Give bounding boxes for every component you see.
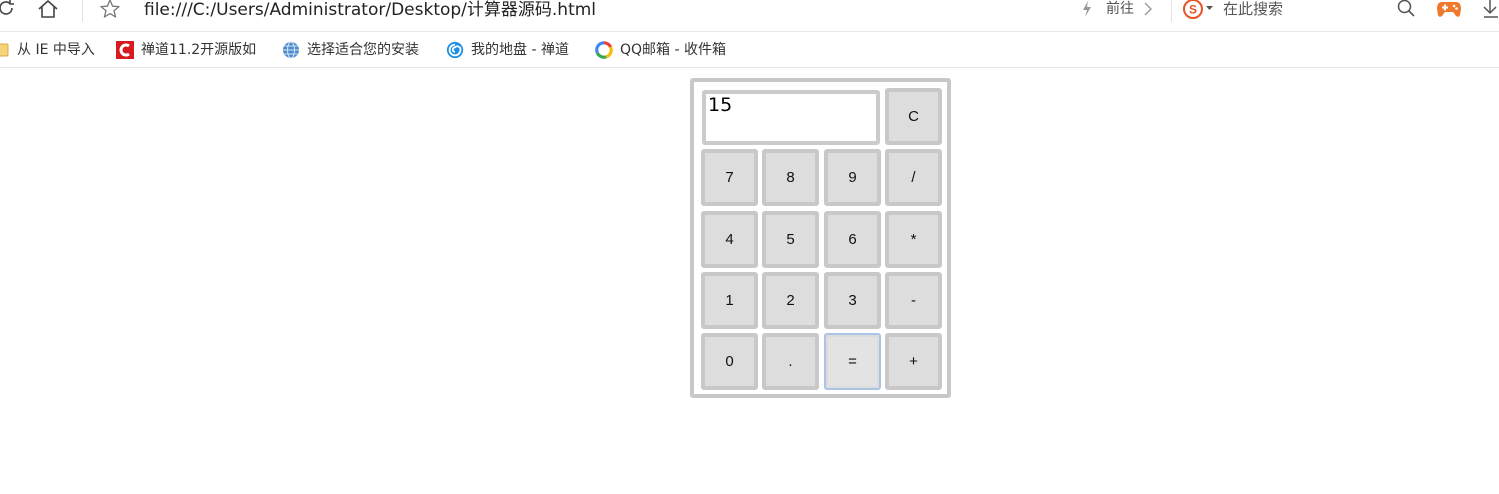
digit-8-button[interactable]: 8	[762, 149, 819, 206]
reload-icon[interactable]	[0, 0, 16, 18]
digit-0-button[interactable]: 0	[701, 333, 758, 390]
bookmark-qqmail-inbox[interactable]: QQ邮箱 - 收件箱	[595, 40, 726, 60]
game-controller-icon[interactable]	[1436, 0, 1462, 20]
toolbar-divider	[1171, 0, 1172, 22]
bookmark-zentao-open[interactable]: 禅道11.2开源版如	[116, 40, 256, 60]
equals-button[interactable]: =	[824, 333, 881, 390]
toolbar-divider	[82, 0, 83, 22]
add-button[interactable]: +	[885, 333, 942, 390]
bookmark-my-space-zentao[interactable]: 我的地盘 - 禅道	[446, 40, 569, 60]
divide-button[interactable]: /	[885, 149, 942, 206]
lightning-icon	[1080, 0, 1094, 18]
bookmarks-bar: 从 IE 中导入 禅道11.2开源版如 选择适合您的安装 我的地盘 - 禅道 Q…	[0, 33, 1499, 68]
bookmark-choose-install[interactable]: 选择适合您的安装	[282, 40, 419, 60]
zentao-icon	[116, 41, 134, 59]
qqmail-icon	[595, 41, 613, 59]
home-icon[interactable]	[36, 0, 60, 20]
bookmark-label: 从 IE 中导入	[17, 42, 95, 58]
clear-button[interactable]: C	[885, 88, 942, 145]
multiply-button[interactable]: *	[885, 211, 942, 268]
sogou-search-icon[interactable]: S	[1182, 0, 1204, 20]
digit-5-button[interactable]: 5	[762, 211, 819, 268]
browser-toolbar: file:///C:/Users/Administrator/Desktop/计…	[0, 0, 1499, 32]
bookmark-import-ie[interactable]: 从 IE 中导入	[0, 40, 95, 60]
subtract-button[interactable]: -	[885, 272, 942, 329]
search-input[interactable]: 在此搜索	[1223, 0, 1283, 18]
address-bar[interactable]: file:///C:/Users/Administrator/Desktop/计…	[144, 0, 596, 23]
bookmark-label: 禅道11.2开源版如	[141, 42, 257, 58]
digit-3-button[interactable]: 3	[824, 272, 881, 329]
digit-2-button[interactable]: 2	[762, 272, 819, 329]
digit-1-button[interactable]: 1	[701, 272, 758, 329]
download-icon[interactable]	[1482, 0, 1499, 20]
go-button[interactable]: 前往	[1106, 0, 1134, 18]
digit-7-button[interactable]: 7	[701, 149, 758, 206]
svg-text:S: S	[1189, 3, 1197, 17]
digit-9-button[interactable]: 9	[824, 149, 881, 206]
digit-6-button[interactable]: 6	[824, 211, 881, 268]
globe-icon	[282, 41, 300, 59]
bookmark-label: 我的地盘 - 禅道	[471, 42, 569, 58]
dropdown-arrow-icon[interactable]	[1205, 4, 1214, 12]
calculator: 15 C 7 8 9 / 4 5 6 * 1 2 3 - 0 . = +	[690, 78, 951, 398]
chevron-right-icon	[1142, 1, 1154, 17]
bookmark-label: 选择适合您的安装	[307, 42, 419, 58]
folder-icon	[0, 41, 10, 59]
decimal-point-button[interactable]: .	[762, 333, 819, 390]
bookmark-label: QQ邮箱 - 收件箱	[620, 42, 726, 58]
search-icon[interactable]	[1396, 0, 1416, 18]
favorite-star-icon[interactable]	[99, 0, 121, 20]
digit-4-button[interactable]: 4	[701, 211, 758, 268]
calculator-display[interactable]: 15	[702, 90, 880, 145]
swirl-icon	[446, 41, 464, 59]
